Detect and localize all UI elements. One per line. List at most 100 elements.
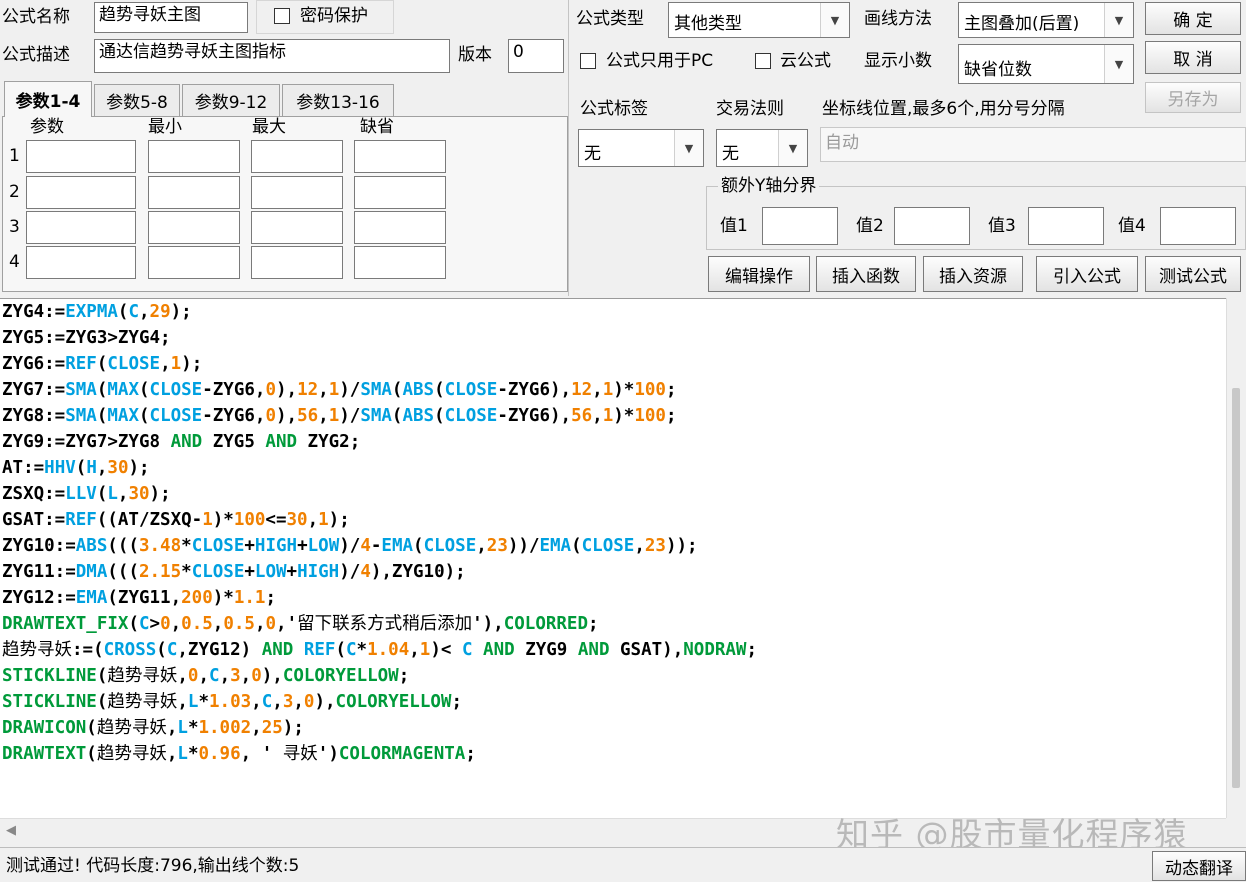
code-line[interactable]: ZYG6:=REF(CLOSE,1); xyxy=(2,351,1226,377)
password-group xyxy=(256,0,394,34)
value1-label: 值1 xyxy=(720,216,748,236)
value4-input[interactable] xyxy=(1160,207,1236,245)
value1-input[interactable] xyxy=(762,207,838,245)
params-col-min: 最小 xyxy=(148,117,182,137)
value2-label: 值2 xyxy=(856,216,884,236)
formula-type-select[interactable]: 其他类型 ▼ xyxy=(668,2,850,38)
save-as-button[interactable]: 另存为 xyxy=(1145,82,1241,113)
axis-position-label: 坐标线位置,最多6个,用分号分隔 xyxy=(822,99,1065,119)
param4-default-input[interactable] xyxy=(354,246,446,279)
formula-tag-value: 无 xyxy=(584,144,601,164)
cancel-button[interactable]: 取 消 xyxy=(1145,41,1241,74)
code-line[interactable]: AT:=HHV(H,30); xyxy=(2,455,1226,481)
test-formula-button[interactable]: 测试公式 xyxy=(1145,256,1241,292)
code-line[interactable]: DRAWTEXT_FIX(C>0,0.5,0.5,0,'留下联系方式稍后添加')… xyxy=(2,611,1226,637)
import-formula-button[interactable]: 引入公式 xyxy=(1036,256,1138,292)
trade-rule-value: 无 xyxy=(722,144,739,164)
value3-label: 值3 xyxy=(988,216,1016,236)
code-line[interactable]: ZYG5:=ZYG3>ZYG4; xyxy=(2,325,1226,351)
cloud-formula-checkbox[interactable] xyxy=(755,53,771,69)
value3-input[interactable] xyxy=(1028,207,1104,245)
param4-max-input[interactable] xyxy=(251,246,343,279)
param4-min-input[interactable] xyxy=(148,246,240,279)
tab-params-1-4[interactable]: 参数1-4 xyxy=(4,81,92,117)
params-col-default: 缺省 xyxy=(360,117,394,137)
code-line[interactable]: DRAWICON(趋势寻妖,L*1.002,25); xyxy=(2,715,1226,741)
pc-only-checkbox[interactable] xyxy=(580,53,596,69)
code-line[interactable]: ZYG4:=EXPMA(C,29); xyxy=(2,299,1226,325)
param2-default-input[interactable] xyxy=(354,176,446,209)
dynamic-translate-button[interactable]: 动态翻译 xyxy=(1152,851,1246,881)
panel-divider xyxy=(568,0,569,296)
insert-function-button[interactable]: 插入函数 xyxy=(816,256,916,292)
code-line[interactable]: ZYG11:=DMA(((2.15*CLOSE+LOW+HIGH)/4),ZYG… xyxy=(2,559,1226,585)
code-line[interactable]: DRAWTEXT(趋势寻妖,L*0.96, ' 寻妖')COLORMAGENTA… xyxy=(2,741,1226,767)
param2-min-input[interactable] xyxy=(148,176,240,209)
formula-type-label: 公式类型 xyxy=(576,9,644,29)
tab-params-13-16[interactable]: 参数13-16 xyxy=(282,84,394,116)
formula-type-value: 其他类型 xyxy=(674,14,742,34)
param-row-number: 4 xyxy=(9,252,20,272)
chevron-down-icon[interactable]: ▼ xyxy=(820,3,849,37)
extra-y-axis-title: 额外Y轴分界 xyxy=(718,178,820,195)
code-editor[interactable]: ZYG4:=EXPMA(C,29); ZYG5:=ZYG3>ZYG4; ZYG6:=… xyxy=(0,298,1226,819)
value4-label: 值4 xyxy=(1118,216,1146,236)
draw-method-value: 主图叠加(后置) xyxy=(964,14,1080,34)
chevron-down-icon[interactable]: ▼ xyxy=(1104,3,1133,37)
code-line[interactable]: 趋势寻妖:=(CROSS(C,ZYG12) AND REF(C*1.04,1)<… xyxy=(2,637,1226,663)
code-line[interactable]: ZYG8:=SMA(MAX(CLOSE-ZYG6,0),56,1)/SMA(AB… xyxy=(2,403,1226,429)
param1-default-input[interactable] xyxy=(354,140,446,173)
decimals-value: 缺省位数 xyxy=(964,60,1032,80)
chevron-down-icon[interactable]: ▼ xyxy=(1104,45,1133,83)
chevron-down-icon[interactable]: ▼ xyxy=(674,130,703,166)
param4-name-input[interactable] xyxy=(26,246,136,279)
param3-default-input[interactable] xyxy=(354,211,446,244)
formula-tag-label: 公式标签 xyxy=(580,99,648,119)
edit-ops-button[interactable]: 编辑操作 xyxy=(708,256,810,292)
pc-only-label: 公式只用于PC xyxy=(606,51,714,71)
code-line[interactable]: ZYG10:=ABS(((3.48*CLOSE+HIGH+LOW)/4-EMA(… xyxy=(2,533,1226,559)
code-line[interactable]: ZYG9:=ZYG7>ZYG8 AND ZYG5 AND ZYG2; xyxy=(2,429,1226,455)
code-line[interactable]: STICKLINE(趋势寻妖,L*1.03,C,3,0),COLORYELLOW… xyxy=(2,689,1226,715)
code-line[interactable]: GSAT:=REF((AT/ZSXQ-1)*100<=30,1); xyxy=(2,507,1226,533)
param-row-number: 3 xyxy=(9,217,20,237)
formula-desc-label: 公式描述 xyxy=(2,45,70,65)
param1-name-input[interactable] xyxy=(26,140,136,173)
draw-method-label: 画线方法 xyxy=(864,9,932,29)
decimals-label: 显示小数 xyxy=(864,51,932,71)
decimals-select[interactable]: 缺省位数 ▼ xyxy=(958,44,1134,84)
param2-max-input[interactable] xyxy=(251,176,343,209)
status-text: 测试通过! 代码长度:796,输出线个数:5 xyxy=(6,856,300,876)
chevron-down-icon[interactable]: ▼ xyxy=(778,130,807,166)
param-row-number: 1 xyxy=(9,146,20,166)
vertical-scroll-thumb[interactable] xyxy=(1232,388,1240,788)
vertical-scrollbar[interactable] xyxy=(1226,298,1246,818)
param2-name-input[interactable] xyxy=(26,176,136,209)
formula-desc-input[interactable]: 通达信趋势寻妖主图指标 xyxy=(94,39,450,73)
tab-params-9-12[interactable]: 参数9-12 xyxy=(182,84,280,116)
ok-button[interactable]: 确 定 xyxy=(1145,2,1241,35)
param3-max-input[interactable] xyxy=(251,211,343,244)
formula-name-input[interactable]: 趋势寻妖主图 xyxy=(94,2,248,33)
code-line[interactable]: ZYG12:=EMA(ZYG11,200)*1.1; xyxy=(2,585,1226,611)
version-input[interactable]: 0 xyxy=(508,39,564,73)
value2-input[interactable] xyxy=(894,207,970,245)
param3-min-input[interactable] xyxy=(148,211,240,244)
code-line[interactable]: STICKLINE(趋势寻妖,0,C,3,0),COLORYELLOW; xyxy=(2,663,1226,689)
insert-resource-button[interactable]: 插入资源 xyxy=(923,256,1023,292)
draw-method-select[interactable]: 主图叠加(后置) ▼ xyxy=(958,2,1134,38)
params-col-max: 最大 xyxy=(252,117,286,137)
trade-rule-label: 交易法则 xyxy=(716,99,784,119)
code-text[interactable]: ZYG4:=EXPMA(C,29); ZYG5:=ZYG3>ZYG4; ZYG6:=… xyxy=(0,299,1226,767)
cloud-formula-label: 云公式 xyxy=(780,51,831,71)
code-line[interactable]: ZYG7:=SMA(MAX(CLOSE-ZYG6,0),12,1)/SMA(AB… xyxy=(2,377,1226,403)
formula-tag-select[interactable]: 无 ▼ xyxy=(578,129,704,167)
axis-position-input[interactable]: 自动 xyxy=(820,127,1246,162)
scroll-left-arrow-icon[interactable]: ◀ xyxy=(6,823,16,838)
param3-name-input[interactable] xyxy=(26,211,136,244)
tab-params-5-8[interactable]: 参数5-8 xyxy=(94,84,180,116)
code-line[interactable]: ZSXQ:=LLV(L,30); xyxy=(2,481,1226,507)
trade-rule-select[interactable]: 无 ▼ xyxy=(716,129,808,167)
param1-min-input[interactable] xyxy=(148,140,240,173)
param1-max-input[interactable] xyxy=(251,140,343,173)
